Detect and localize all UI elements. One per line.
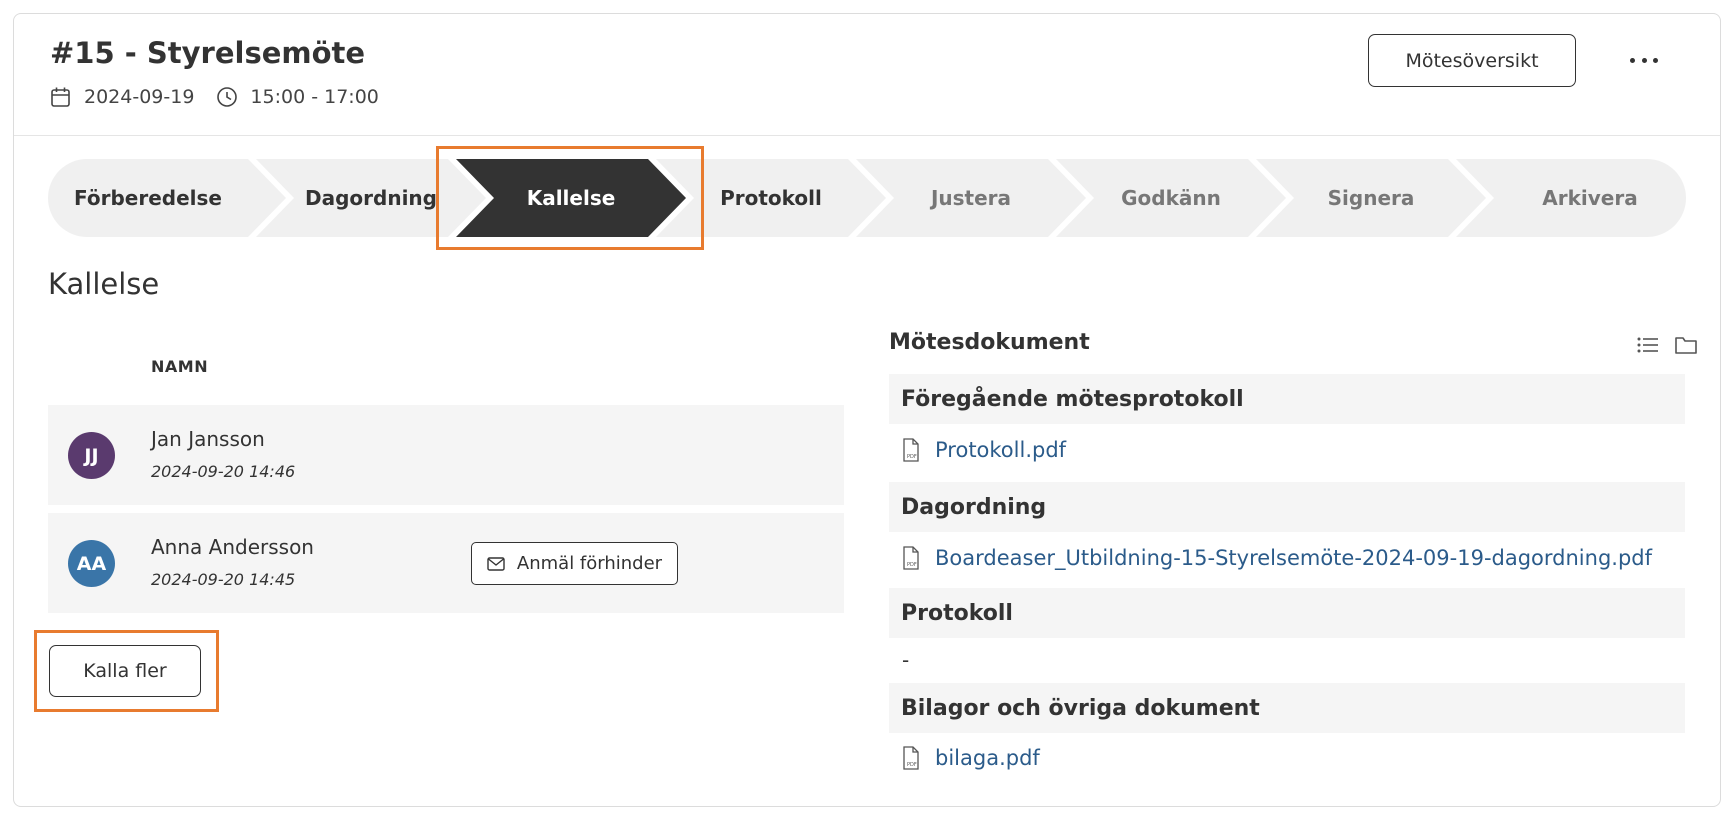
attendee-row: JJ Jan Jansson 2024-09-20 14:46 [48, 405, 844, 505]
highlight-call-more [34, 630, 219, 712]
section-title: Kallelse [48, 267, 160, 301]
step-justera[interactable]: Justera [894, 159, 1048, 237]
step-arkivera[interactable]: Arkivera [1494, 159, 1686, 237]
pdf-file-icon: PDF [903, 438, 919, 462]
highlight-active-step [436, 146, 704, 250]
clock-icon [217, 87, 238, 107]
step-dagordning[interactable]: Dagordning [294, 159, 448, 237]
attendee-date: 2024-09-20 14:46 [151, 462, 296, 481]
document-section-header: Bilagor och övriga dokument [889, 683, 1685, 733]
meeting-time-text: 15:00 - 17:00 [250, 86, 379, 108]
document-link-text: bilaga.pdf [935, 746, 1040, 770]
report-absence-label: Anmäl förhinder [516, 553, 663, 574]
document-section-header: Dagordning [889, 482, 1685, 532]
document-link[interactable]: PDF Protokoll.pdf [901, 438, 1066, 462]
empty-placeholder: - [902, 648, 910, 672]
documents-title: Mötesdokument [889, 330, 1090, 355]
column-header-name: NAMN [151, 357, 209, 376]
calendar-icon [51, 87, 70, 107]
attendee-name: Jan Jansson [151, 427, 265, 451]
meeting-stepper: Förberedelse Dagordning Kallelse Protokoll J… [48, 159, 1686, 237]
meeting-date: 2024-09-19 [50, 86, 194, 108]
svg-text:PDF: PDF [907, 562, 917, 568]
ellipsis-icon[interactable] [1630, 50, 1658, 70]
pdf-file-icon: PDF [903, 746, 919, 770]
list-view-icon[interactable] [1636, 334, 1660, 356]
step-protokoll[interactable]: Protokoll [694, 159, 848, 237]
meeting-date-text: 2024-09-19 [84, 86, 195, 108]
report-absence-button[interactable]: Anmäl förhinder [471, 542, 678, 585]
folder-icon[interactable] [1674, 334, 1698, 356]
document-link-text: Protokoll.pdf [935, 438, 1067, 462]
step-signera[interactable]: Signera [1294, 159, 1448, 237]
attendee-name: Anna Andersson [151, 535, 314, 559]
document-section-header: Föregående mötesprotokoll [889, 374, 1685, 424]
attendee-date: 2024-09-20 14:45 [151, 570, 296, 589]
step-godkänn[interactable]: Godkänn [1094, 159, 1248, 237]
document-link[interactable]: PDF Boardeaser_Utbildning-15-Styrelsemöt… [901, 546, 1652, 570]
meeting-title: #15 - Styrelsemöte [50, 36, 366, 70]
meeting-time: 15:00 - 17:00 [216, 86, 379, 108]
meeting-meta: 2024-09-19 15:00 - 17:00 [50, 86, 401, 108]
svg-text:PDF: PDF [907, 454, 917, 460]
attendee-row: AA Anna Andersson 2024-09-20 14:45 Anmäl… [48, 513, 844, 613]
meeting-overview-button[interactable]: Mötesöversikt [1368, 34, 1576, 87]
avatar: AA [68, 540, 115, 587]
documents-view-toggle [1622, 334, 1698, 356]
svg-text:PDF: PDF [907, 762, 917, 768]
avatar: JJ [68, 432, 115, 479]
document-link-text: Boardeaser_Utbildning-15-Styrelsemöte-20… [935, 546, 1653, 570]
step-förberedelse[interactable]: Förberedelse [48, 159, 248, 237]
document-link[interactable]: PDF bilaga.pdf [901, 746, 1040, 770]
mail-icon [487, 556, 505, 571]
pdf-file-icon: PDF [903, 546, 919, 570]
document-section-header: Protokoll [889, 588, 1685, 638]
